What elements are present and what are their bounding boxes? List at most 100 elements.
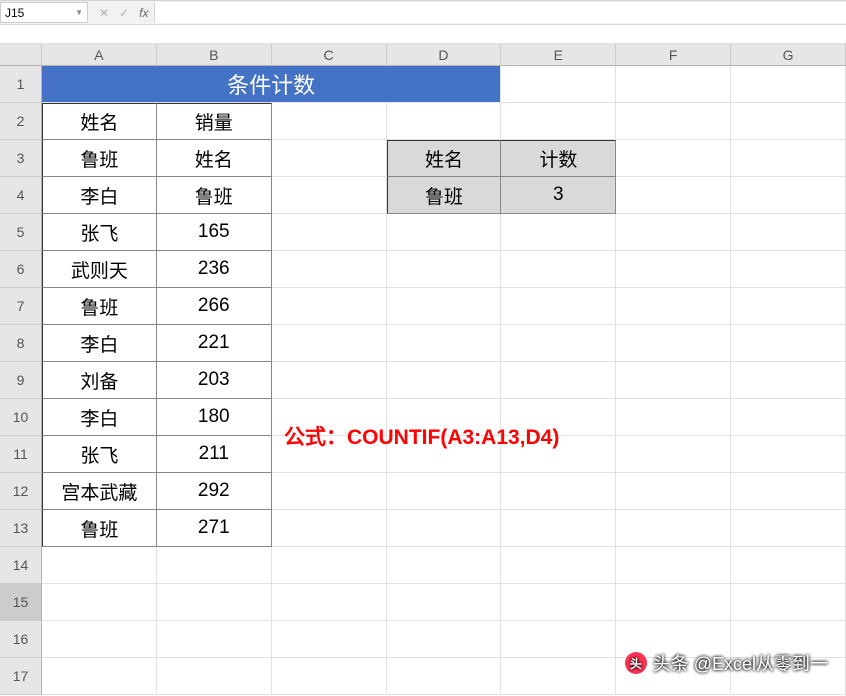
cell[interactable] xyxy=(616,547,731,584)
cell-b13[interactable]: 271 xyxy=(157,510,272,547)
cell[interactable] xyxy=(501,362,616,399)
cell-a3[interactable]: 鲁班 xyxy=(42,140,157,177)
cell-a7[interactable]: 鲁班 xyxy=(42,288,157,325)
cell[interactable] xyxy=(731,140,846,177)
cell[interactable] xyxy=(501,251,616,288)
cell[interactable] xyxy=(616,177,731,214)
cell[interactable] xyxy=(616,584,731,621)
cell[interactable] xyxy=(387,547,502,584)
row-header-15[interactable]: 15 xyxy=(0,584,42,621)
cell[interactable] xyxy=(42,658,157,695)
cell[interactable] xyxy=(272,547,387,584)
cell[interactable] xyxy=(616,399,731,436)
cell[interactable] xyxy=(616,473,731,510)
spreadsheet-grid[interactable]: A B C D E F G 1 条件计数 2 姓名 销量 3 鲁班 姓名 xyxy=(0,44,846,695)
cell[interactable] xyxy=(731,362,846,399)
cell[interactable] xyxy=(272,362,387,399)
cell-b10[interactable]: 180 xyxy=(157,399,272,436)
cell[interactable] xyxy=(387,251,502,288)
cell[interactable] xyxy=(616,103,731,140)
cell[interactable] xyxy=(616,436,731,473)
cell[interactable] xyxy=(616,66,731,103)
cell[interactable] xyxy=(157,547,272,584)
cell[interactable] xyxy=(731,584,846,621)
col-header-c[interactable]: C xyxy=(272,44,387,66)
cell[interactable] xyxy=(387,473,502,510)
cell-d3[interactable]: 姓名 xyxy=(387,140,502,177)
cell[interactable] xyxy=(272,584,387,621)
row-header-2[interactable]: 2 xyxy=(0,103,42,140)
formula-input[interactable] xyxy=(154,2,846,23)
cell[interactable] xyxy=(616,510,731,547)
cell[interactable] xyxy=(616,288,731,325)
cell[interactable] xyxy=(501,547,616,584)
cell[interactable] xyxy=(157,584,272,621)
row-header-9[interactable]: 9 xyxy=(0,362,42,399)
col-header-b[interactable]: B xyxy=(157,44,272,66)
cell-b4[interactable]: 鲁班 xyxy=(157,177,272,214)
cell[interactable] xyxy=(616,140,731,177)
cell-b12[interactable]: 292 xyxy=(157,473,272,510)
cell[interactable] xyxy=(731,66,846,103)
cell[interactable] xyxy=(501,66,616,103)
cell[interactable] xyxy=(731,473,846,510)
cell[interactable] xyxy=(501,288,616,325)
cell-b6[interactable]: 236 xyxy=(157,251,272,288)
cell[interactable] xyxy=(731,399,846,436)
cell[interactable] xyxy=(387,621,502,658)
col-header-g[interactable]: G xyxy=(731,44,846,66)
cell-a13[interactable]: 鲁班 xyxy=(42,510,157,547)
cell[interactable] xyxy=(616,214,731,251)
select-all-corner[interactable] xyxy=(0,44,42,66)
row-header-12[interactable]: 12 xyxy=(0,473,42,510)
cell[interactable] xyxy=(731,177,846,214)
cell-a11[interactable]: 张飞 xyxy=(42,436,157,473)
cell-b8[interactable]: 221 xyxy=(157,325,272,362)
row-header-13[interactable]: 13 xyxy=(0,510,42,547)
cell[interactable] xyxy=(272,325,387,362)
col-header-f[interactable]: F xyxy=(616,44,731,66)
cell-a4[interactable]: 李白 xyxy=(42,177,157,214)
cell-b5[interactable]: 165 xyxy=(157,214,272,251)
cell[interactable] xyxy=(272,288,387,325)
cell[interactable] xyxy=(272,103,387,140)
cell[interactable] xyxy=(731,325,846,362)
cell[interactable] xyxy=(616,251,731,288)
cell[interactable] xyxy=(157,658,272,695)
cell[interactable] xyxy=(387,658,502,695)
cell[interactable] xyxy=(42,621,157,658)
row-header-1[interactable]: 1 xyxy=(0,66,42,103)
cell[interactable] xyxy=(272,177,387,214)
cell[interactable] xyxy=(501,325,616,362)
cell-e4[interactable]: 3 xyxy=(501,177,616,214)
cell[interactable] xyxy=(272,251,387,288)
row-header-7[interactable]: 7 xyxy=(0,288,42,325)
cell[interactable] xyxy=(731,103,846,140)
cell[interactable] xyxy=(42,547,157,584)
cell[interactable] xyxy=(387,325,502,362)
name-box[interactable]: J15 ▼ xyxy=(0,2,88,23)
cell[interactable] xyxy=(616,362,731,399)
cell-a6[interactable]: 武则天 xyxy=(42,251,157,288)
row-header-5[interactable]: 5 xyxy=(0,214,42,251)
row-header-11[interactable]: 11 xyxy=(0,436,42,473)
col-header-e[interactable]: E xyxy=(501,44,616,66)
cell[interactable] xyxy=(501,103,616,140)
col-header-a[interactable]: A xyxy=(42,44,157,66)
cell-e3[interactable]: 计数 xyxy=(501,140,616,177)
cell[interactable] xyxy=(501,621,616,658)
row-header-4[interactable]: 4 xyxy=(0,177,42,214)
cell-d4[interactable]: 鲁班 xyxy=(387,177,502,214)
row-header-16[interactable]: 16 xyxy=(0,621,42,658)
cell[interactable] xyxy=(387,584,502,621)
cell[interactable] xyxy=(387,214,502,251)
cell-b9[interactable]: 203 xyxy=(157,362,272,399)
cell-a12[interactable]: 宫本武藏 xyxy=(42,473,157,510)
cell-a2[interactable]: 姓名 xyxy=(42,103,157,140)
row-header-14[interactable]: 14 xyxy=(0,547,42,584)
cell[interactable] xyxy=(501,473,616,510)
col-header-d[interactable]: D xyxy=(387,44,502,66)
cell[interactable] xyxy=(387,362,502,399)
row-header-10[interactable]: 10 xyxy=(0,399,42,436)
row-header-6[interactable]: 6 xyxy=(0,251,42,288)
